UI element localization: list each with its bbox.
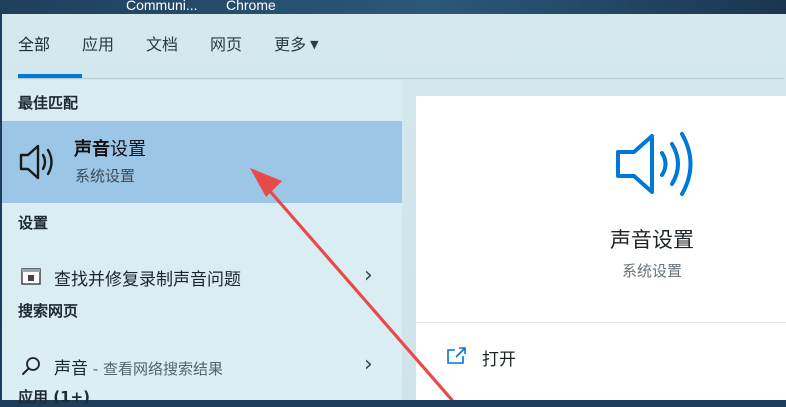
preview-title: 声音设置 <box>610 228 694 252</box>
chevron-right-icon[interactable]: › <box>364 263 373 288</box>
search-filter-tabs: 全部 应用 文档 网页 更多 ▼ <box>18 14 351 78</box>
speaker-icon <box>19 144 53 180</box>
desktop-background: Communi... Chrome <box>0 0 786 14</box>
chevron-down-icon: ▼ <box>310 38 319 51</box>
tab-web[interactable]: 网页 <box>210 14 256 78</box>
best-match-subtitle: 系统设置 <box>75 167 136 185</box>
open-external-icon <box>447 347 466 364</box>
open-label: 打开 <box>482 350 516 370</box>
tab-more[interactable]: 更多 ▼ <box>274 14 332 78</box>
best-match-heading: 最佳匹配 <box>18 94 79 112</box>
apps-heading: 应用 (1+) <box>18 388 90 406</box>
start-search-panel: 全部 应用 文档 网页 更多 ▼ 最佳匹配 声音设置 系统设置 设置 查找并修复… <box>2 14 786 406</box>
tab-all[interactable]: 全部 <box>18 14 83 78</box>
chevron-right-icon[interactable]: › <box>364 352 373 377</box>
best-match-title: 声音设置 <box>74 139 146 160</box>
search-icon <box>22 357 40 375</box>
desktop-shortcut-label[interactable]: Communi... <box>126 0 198 13</box>
desktop-shortcut-label[interactable]: Chrome <box>226 0 276 13</box>
speaker-icon <box>616 132 693 196</box>
search-web-heading: 搜索网页 <box>18 302 79 320</box>
tab-apps[interactable]: 应用 <box>82 14 128 78</box>
tab-documents[interactable]: 文档 <box>146 14 192 78</box>
preview-pane: 声音设置 系统设置 打开 <box>416 96 786 400</box>
troubleshoot-label: 查找并修复录制声音问题 <box>54 270 241 290</box>
troubleshoot-icon <box>21 268 41 285</box>
list-item-web-search[interactable]: 声音 - 查看网络搜索结果 › <box>2 346 402 386</box>
preview-divider <box>416 322 786 323</box>
best-match-item[interactable]: 声音设置 系统设置 <box>2 121 402 203</box>
web-search-label: 声音 - 查看网络搜索结果 <box>54 359 223 379</box>
tab-more-label: 更多 <box>274 35 307 54</box>
preview-subtitle: 系统设置 <box>622 262 683 280</box>
results-list: 最佳匹配 声音设置 系统设置 设置 查找并修复录制声音问题 › 搜索网页 声音 … <box>2 80 402 406</box>
tabs-divider <box>18 78 784 79</box>
settings-heading: 设置 <box>18 214 49 232</box>
list-item-troubleshoot[interactable]: 查找并修复录制声音问题 › <box>2 257 402 297</box>
open-action[interactable]: 打开 <box>416 342 616 372</box>
